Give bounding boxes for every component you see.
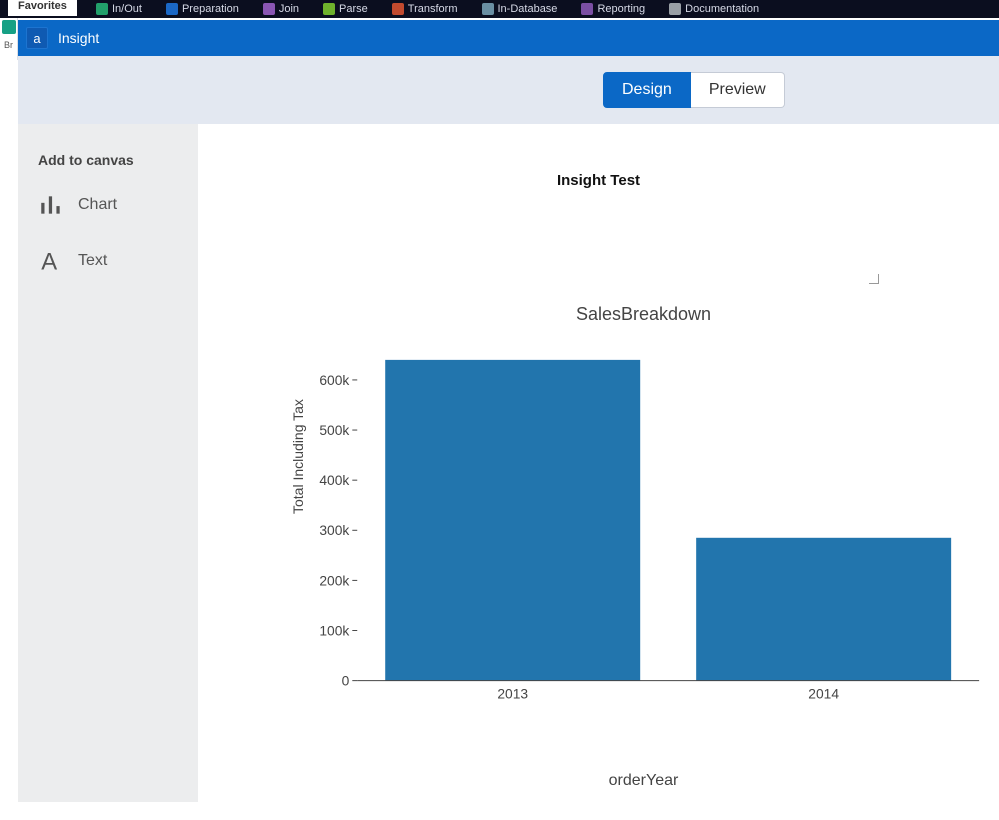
- view-toggle-row: Design Preview: [18, 56, 999, 124]
- ribbon-item-join[interactable]: Join: [257, 1, 305, 17]
- chart-ylabel: Total Including Tax: [290, 399, 306, 514]
- panel-heading: Add to canvas: [38, 152, 178, 168]
- svg-text:A: A: [41, 249, 57, 274]
- add-text-item[interactable]: A Text: [38, 248, 178, 274]
- selection-corner-icon: [869, 274, 879, 284]
- add-chart-label: Chart: [78, 196, 117, 214]
- insight-header: a Insight: [18, 20, 999, 56]
- sliver-label: Br: [4, 40, 13, 50]
- left-tool-sliver: Br: [0, 18, 18, 60]
- add-to-canvas-panel: Add to canvas Chart A Text: [18, 124, 198, 802]
- preview-tab[interactable]: Preview: [691, 72, 785, 108]
- insight-icon: a: [26, 27, 48, 49]
- svg-text:400k: 400k: [319, 472, 349, 488]
- add-chart-item[interactable]: Chart: [38, 192, 178, 218]
- ribbon-item-parse[interactable]: Parse: [317, 1, 374, 17]
- chart-bar[interactable]: [696, 538, 951, 681]
- svg-text:300k: 300k: [319, 522, 349, 538]
- ribbon-item-inout[interactable]: In/Out: [90, 1, 148, 17]
- text-icon: A: [38, 248, 64, 274]
- svg-text:0: 0: [342, 673, 350, 689]
- svg-text:2014: 2014: [808, 685, 839, 701]
- canvas-title: Insight Test: [198, 172, 999, 189]
- ribbon-items: In/Out Preparation Join Parse Transform …: [90, 1, 765, 17]
- insight-title: Insight: [58, 30, 99, 46]
- ribbon-item-indatabase[interactable]: In-Database: [476, 1, 564, 17]
- favorites-tab[interactable]: Favorites: [8, 0, 77, 16]
- chart-xlabel: orderYear: [298, 772, 989, 790]
- chart-container[interactable]: SalesBreakdown Total Including Tax 0100k…: [298, 304, 989, 792]
- design-tab[interactable]: Design: [603, 72, 691, 108]
- svg-text:200k: 200k: [319, 572, 349, 588]
- ribbon-item-preparation[interactable]: Preparation: [160, 1, 245, 17]
- main-area: Add to canvas Chart A Text Insight Test …: [18, 124, 999, 802]
- canvas-area[interactable]: Insight Test SalesBreakdown Total Includ…: [198, 124, 999, 802]
- ribbon-item-reporting[interactable]: Reporting: [575, 1, 651, 17]
- svg-text:500k: 500k: [319, 422, 349, 438]
- add-text-label: Text: [78, 252, 107, 270]
- view-toggle: Design Preview: [603, 72, 785, 108]
- ribbon-item-documentation[interactable]: Documentation: [663, 1, 765, 17]
- chart-title: SalesBreakdown: [298, 304, 989, 325]
- app-ribbon: Favorites In/Out Preparation Join Parse …: [0, 0, 999, 18]
- chart-svg: 0 100k 200k 300k 400k 500k 600k 2013 2014: [298, 345, 989, 745]
- svg-text:600k: 600k: [319, 372, 349, 388]
- svg-text:2013: 2013: [497, 685, 528, 701]
- chart-bar[interactable]: [385, 360, 640, 681]
- tool-icon[interactable]: [2, 20, 16, 34]
- bar-chart-icon: [38, 192, 64, 218]
- ribbon-item-transform[interactable]: Transform: [386, 1, 464, 17]
- svg-text:100k: 100k: [319, 622, 349, 638]
